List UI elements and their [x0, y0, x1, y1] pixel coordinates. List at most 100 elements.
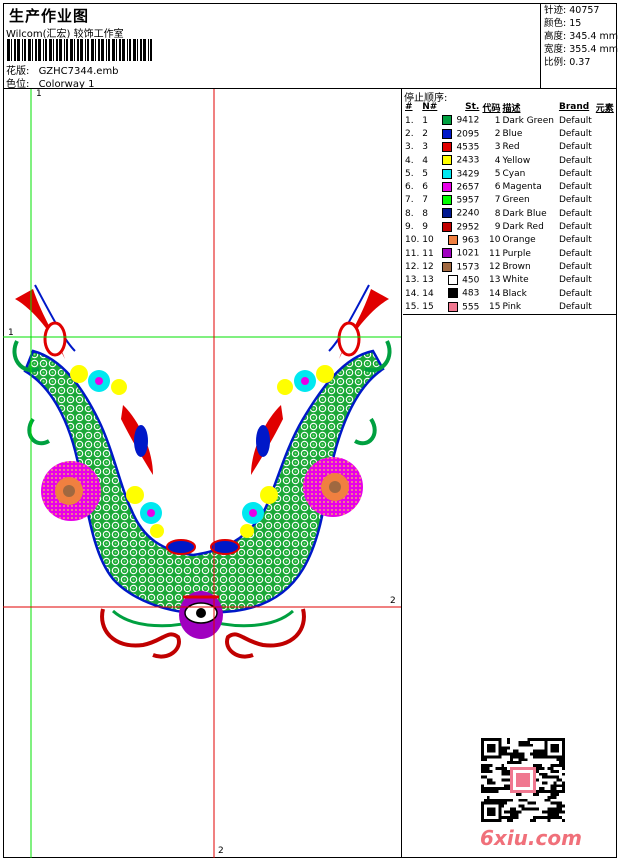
right-big-flower — [303, 457, 363, 517]
qr-code — [481, 738, 565, 822]
page-title: 生产作业图 — [9, 7, 90, 25]
col-needle: N# — [422, 102, 438, 112]
row-index: 2. — [405, 128, 414, 139]
row-stitches: 1021 — [439, 247, 480, 260]
row-description: Yellow — [502, 155, 531, 166]
table-row[interactable]: 6. 6 2657 6 Magenta Default — [404, 180, 616, 193]
row-needle: 15 — [422, 301, 434, 312]
thread-color-swatch — [442, 195, 453, 206]
row-code: 13 — [489, 275, 501, 286]
row-brand: Default — [558, 142, 592, 153]
stat-height: 高度: 345.4 mm — [544, 31, 618, 42]
table-row[interactable]: 2. 2 2095 2 Blue Default — [404, 127, 616, 140]
embroidery-canvas[interactable] — [3, 89, 402, 858]
embroidery-preview[interactable]: 1 1 2 2 — [3, 89, 402, 858]
thread-color-swatch — [442, 208, 453, 219]
header-panel: 生产作业图 Wilcom(汇宏) 较饰工作室 花版: GZHC7344.emb … — [3, 3, 618, 90]
stat-width: 宽度: 355.4 mm — [544, 44, 618, 55]
row-needle: 6 — [422, 182, 428, 193]
row-description: Cyan — [502, 168, 526, 179]
table-row[interactable]: 15. 15 555 15 Pink Default — [404, 300, 616, 313]
row-brand: Default — [558, 128, 592, 139]
left-big-flower — [41, 461, 101, 521]
row-code: 8 — [494, 208, 501, 219]
guide-label-v1: 1 — [36, 89, 42, 99]
row-code: 15 — [489, 301, 501, 312]
row-element — [595, 260, 616, 273]
row-element — [595, 247, 616, 260]
row-stitches: 3429 — [439, 167, 480, 180]
row-index: 5. — [405, 168, 414, 179]
row-index: 15. — [405, 301, 420, 312]
thread-color-swatch — [442, 181, 453, 192]
watermark-logo: 6xiu.com — [480, 826, 582, 850]
center-motif — [179, 591, 223, 639]
row-element — [595, 194, 616, 207]
row-code: 1 — [494, 115, 501, 126]
row-needle: 8 — [422, 208, 428, 219]
row-element — [595, 300, 616, 313]
row-element — [595, 141, 616, 154]
row-index: 7. — [405, 195, 414, 206]
col-code: 代码 — [482, 103, 501, 114]
row-index: 9. — [405, 222, 414, 233]
col-index: # — [405, 102, 413, 112]
row-needle: 14 — [422, 288, 434, 299]
row-code: 10 — [489, 235, 501, 246]
table-row[interactable]: 9. 9 2952 9 Dark Red Default — [404, 220, 616, 233]
col-brand: Brand — [558, 102, 590, 112]
table-row[interactable]: 5. 5 3429 5 Cyan Default — [404, 167, 616, 180]
row-stitches: 963 — [439, 234, 480, 247]
thread-color-swatch — [442, 261, 453, 272]
row-description: Green — [502, 195, 530, 206]
row-description: Dark Green — [502, 115, 554, 126]
thread-color-swatch — [442, 248, 453, 259]
table-row[interactable]: 13. 13 450 13 White Default — [404, 274, 616, 287]
row-element — [595, 114, 616, 127]
row-description: White — [502, 275, 529, 286]
thread-color-swatch — [448, 274, 459, 285]
row-code: 2 — [494, 128, 501, 139]
row-stitches: 483 — [439, 287, 480, 300]
row-code: 4 — [494, 155, 501, 166]
row-stitches: 2952 — [439, 220, 480, 233]
stop-sequence-table: # N# St. 代码 描述 Brand 元素 1. 1 9412 1 Dark Gre… — [404, 100, 616, 313]
row-index: 10. — [405, 235, 420, 246]
row-element — [595, 287, 616, 300]
row-needle: 7 — [422, 195, 428, 206]
stat-stitches: 针迹: 40757 — [544, 5, 600, 16]
row-code: 6 — [494, 182, 501, 193]
table-row[interactable]: 10. 10 963 10 Orange Default — [404, 234, 616, 247]
row-stitches: 450 — [439, 274, 480, 287]
row-description: Dark Red — [502, 222, 544, 233]
row-index: 1. — [405, 115, 414, 126]
table-row[interactable]: 7. 7 5957 7 Green Default — [404, 194, 616, 207]
col-description: 描述 — [502, 103, 521, 114]
thread-color-swatch — [442, 128, 453, 139]
row-description: Dark Blue — [502, 208, 547, 219]
row-description: Black — [502, 288, 527, 299]
guide-label-h2: 2 — [390, 596, 396, 606]
table-row[interactable]: 8. 8 2240 8 Dark Blue Default — [404, 207, 616, 220]
row-element — [595, 154, 616, 167]
row-needle: 4 — [422, 155, 428, 166]
row-code: 3 — [494, 142, 501, 153]
table-row[interactable]: 4. 4 2433 4 Yellow Default — [404, 154, 616, 167]
table-header-row: # N# St. 代码 描述 Brand 元素 — [404, 100, 616, 114]
col-element: 元素 — [595, 103, 614, 114]
guide-label-v2: 2 — [218, 846, 224, 856]
row-code: 11 — [489, 248, 501, 259]
table-row[interactable]: 12. 12 1573 12 Brown Default — [404, 260, 616, 273]
table-row[interactable]: 3. 3 4535 3 Red Default — [404, 141, 616, 154]
row-brand: Default — [558, 235, 592, 246]
row-code: 5 — [494, 168, 501, 179]
row-index: 4. — [405, 155, 414, 166]
row-stitches: 9412 — [439, 114, 480, 127]
table-row[interactable]: 11. 11 1021 11 Purple Default — [404, 247, 616, 260]
row-needle: 5 — [422, 168, 428, 179]
row-needle: 13 — [422, 275, 434, 286]
table-row[interactable]: 14. 14 483 14 Black Default — [404, 287, 616, 300]
row-code: 9 — [494, 222, 501, 233]
row-index: 6. — [405, 182, 414, 193]
table-row[interactable]: 1. 1 9412 1 Dark Green Default — [404, 114, 616, 127]
